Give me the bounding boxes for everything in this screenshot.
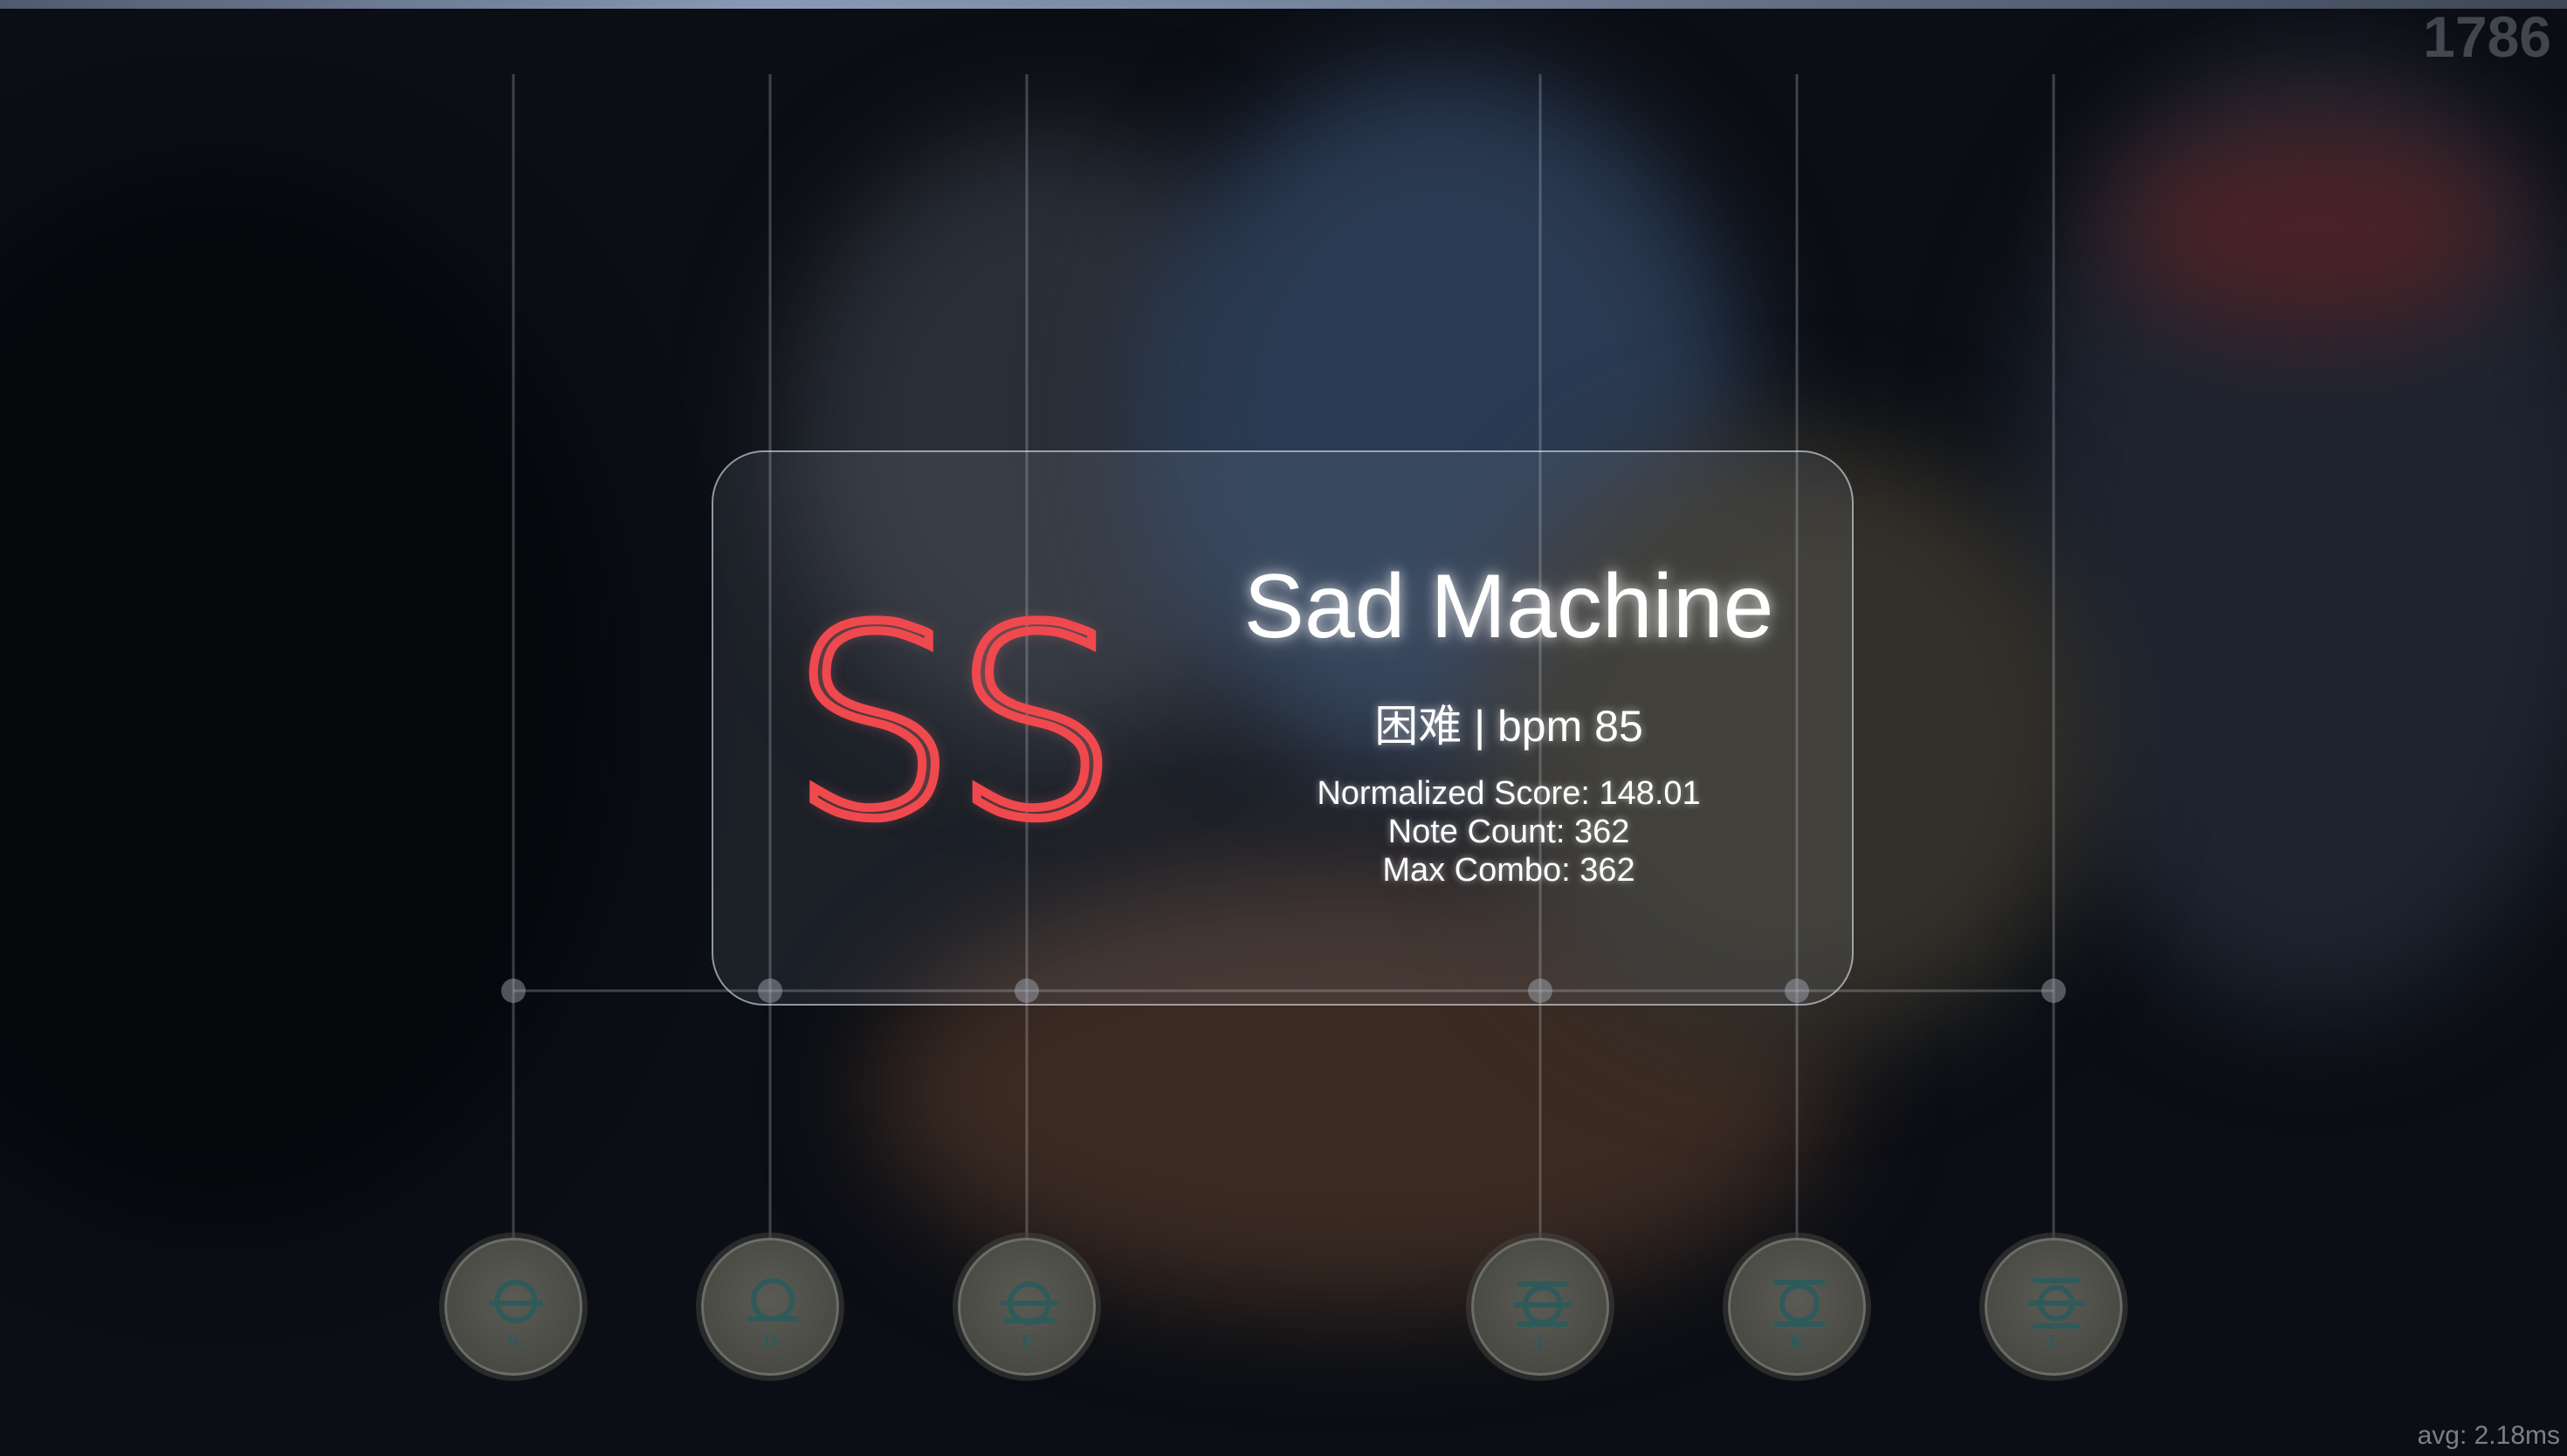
max-combo: Max Combo: 362 <box>1382 852 1635 889</box>
key-label: D <box>762 1331 778 1352</box>
lane-glyph-icon <box>1001 1281 1058 1325</box>
song-title: Sad Machine <box>1243 556 1774 657</box>
lane-glyph-icon <box>489 1280 543 1323</box>
lane-glyph-icon <box>747 1278 798 1322</box>
key-receptor-d[interactable]: D <box>701 1238 839 1376</box>
key-receptor-k[interactable]: K <box>1728 1238 1866 1376</box>
key-receptor-l[interactable]: L <box>1985 1238 2123 1376</box>
key-label: L <box>2047 1331 2061 1352</box>
key-label: K <box>1789 1331 1805 1352</box>
lane-glyph-icon <box>2027 1278 2085 1329</box>
avg-latency: avg: 2.18ms <box>2417 1421 2560 1450</box>
difficulty-bpm: 困难 | bpm 85 <box>1374 702 1643 751</box>
key-receptor-s[interactable]: S <box>444 1238 582 1376</box>
key-label: F <box>1020 1331 1034 1352</box>
key-receptor-f[interactable]: F <box>958 1238 1096 1376</box>
rank-grade: SS <box>786 572 1124 876</box>
key-label: J <box>1536 1331 1545 1352</box>
lane-glyph-icon <box>1774 1280 1825 1327</box>
note-count: Note Count: 362 <box>1387 814 1630 850</box>
lane-glyph-icon <box>1514 1281 1572 1327</box>
key-receptor-j[interactable]: J <box>1471 1238 1609 1376</box>
normalized-score: Normalized Score: 148.01 <box>1317 775 1701 812</box>
key-label: S <box>506 1331 520 1352</box>
